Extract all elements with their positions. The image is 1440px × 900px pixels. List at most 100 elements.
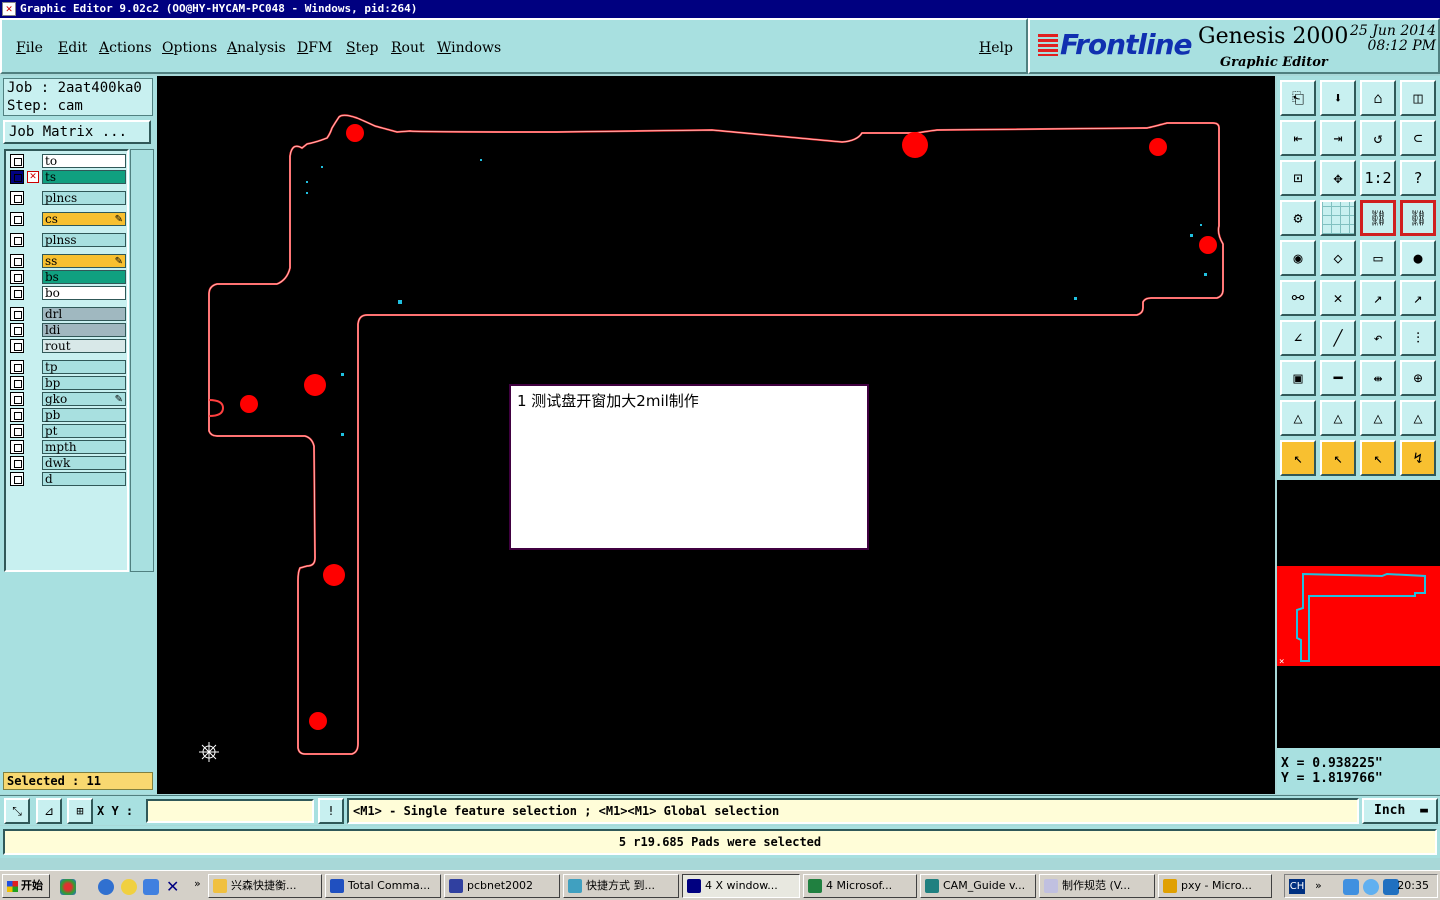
menu-file[interactable]: File [16,40,43,56]
layer-checkbox[interactable] [10,424,24,438]
layer-row-mpth[interactable]: mpth [8,440,126,454]
layer-checkbox[interactable] [10,456,24,470]
select-pad-icon[interactable]: ◉ [1280,240,1316,276]
layer-checkbox[interactable] [10,154,24,168]
layer-checkbox[interactable] [10,440,24,454]
taskbar-task[interactable]: pxy - Micro... [1158,874,1272,898]
undo-icon[interactable]: ⊂ [1400,120,1436,156]
pad[interactable] [346,124,364,142]
layer-row-rout[interactable]: rout [8,339,126,353]
layer-name[interactable]: bp [42,376,126,390]
browser-icon[interactable] [143,879,159,895]
layer-name[interactable]: plncs [42,191,126,205]
menu-step[interactable]: Step [346,40,378,56]
arc-icon[interactable]: ↶ [1360,320,1396,356]
x-server-icon[interactable]: ✕ [166,879,182,895]
pad[interactable] [309,712,327,730]
layer-name[interactable]: to [42,154,126,168]
pad[interactable] [240,395,258,413]
taskbar-task[interactable]: CAM_Guide v... [920,874,1036,898]
group-icon[interactable]: ⊕ [1400,360,1436,396]
menu-options[interactable]: Options [162,40,217,56]
pointer-icon[interactable]: ↖ [1280,440,1316,476]
network-icon[interactable] [1343,879,1359,895]
polygon-icon[interactable]: ◇ [1320,240,1356,276]
triangle-icon[interactable]: △ [1280,400,1316,436]
layer-row-plnss[interactable]: plnss [8,233,126,247]
layer-name[interactable]: cs ✎ [42,212,126,226]
layer-name[interactable]: bo [42,286,126,300]
layer-name[interactable]: ts [42,170,126,184]
layer-name[interactable]: ldi [42,323,126,337]
layer-checkbox[interactable] [10,233,24,247]
net-icon[interactable]: ⚯ [1280,280,1316,316]
layer-name[interactable]: pt [42,424,126,438]
layer-row-gko[interactable]: gko ✎ [8,392,126,406]
redraw-icon[interactable]: ↺ [1360,120,1396,156]
layer-row-pb[interactable]: pb [8,408,126,422]
ruler-icon[interactable]: ▭ [1360,240,1396,276]
layer-row-bo[interactable]: bo [8,286,126,300]
layer-name[interactable]: drl [42,307,126,321]
pointer-box-icon[interactable]: ↖ [1320,440,1356,476]
security-icon[interactable] [1363,879,1379,895]
pan-left-icon[interactable]: ⇤ [1280,120,1316,156]
home-icon[interactable]: ⌂ [1360,80,1396,116]
pad[interactable] [304,374,326,396]
layer-row-plncs[interactable]: plncs [8,191,126,205]
ratio-icon[interactable]: 1:2 [1360,160,1396,196]
ie-icon[interactable] [98,879,114,895]
taskbar-task[interactable]: 制作规范 (V... [1039,874,1155,898]
layer-name[interactable]: plnss [42,233,126,247]
clock-app-icon[interactable] [121,879,137,895]
resize-icon[interactable]: ⇹ [1360,360,1396,396]
layer-row-ldi[interactable]: ldi [8,323,126,337]
delete-icon[interactable]: ✕ [1320,280,1356,316]
pad-icon[interactable]: ● [1400,240,1436,276]
layer-row-ss[interactable]: ss ✎ [8,254,126,268]
snap-grid-icon[interactable]: ⊞ [67,798,93,824]
center-icon[interactable]: ✥ [1320,160,1356,196]
cut-icon[interactable]: ━ [1320,360,1356,396]
layer-checkbox[interactable] [10,170,24,184]
move-icon[interactable]: ↗ [1360,280,1396,316]
layer-checkbox[interactable] [10,307,24,321]
layer-checkbox[interactable] [10,191,24,205]
menu-rout[interactable]: Rout [391,40,425,56]
layer-row-to[interactable]: to [8,154,126,168]
xy-input[interactable] [146,799,314,823]
layer-row-drl[interactable]: drl [8,307,126,321]
pointer-path-icon[interactable]: ↯ [1400,440,1436,476]
layer-scrollbar[interactable] [130,149,154,572]
grid-icon[interactable] [1320,200,1356,236]
layer-checkbox[interactable] [10,360,24,374]
job-matrix-button[interactable]: Job Matrix ... [3,120,151,144]
graphic-canvas[interactable]: 1 测试盘开窗加大2mil制作 [157,76,1275,794]
triangle-mark-icon[interactable]: △ [1400,400,1436,436]
layer-row-cs[interactable]: cs ✎ [8,212,126,226]
layer-name[interactable]: dwk [42,456,126,470]
unit-selector[interactable]: Inch ▬ [1362,798,1438,824]
layer-row-d[interactable]: d [8,472,126,486]
menu-windows[interactable]: Windows [437,40,501,56]
help-icon[interactable]: ? [1400,160,1436,196]
add-pad-icon[interactable]: ▣ [1280,360,1316,396]
taskbar-task[interactable]: pcbnet2002 [444,874,560,898]
zoom-window-icon[interactable]: ⬇ [1320,80,1356,116]
layer-row-dwk[interactable]: dwk [8,456,126,470]
board-preview[interactable]: × [1277,566,1440,666]
layer-name[interactable]: pb [42,408,126,422]
layer-name[interactable]: mpth [42,440,126,454]
start-button[interactable]: 开始 [2,874,50,898]
slash-icon[interactable]: ╱ [1320,320,1356,356]
layer-checkbox[interactable] [10,323,24,337]
taskbar-task[interactable]: Total Comma... [325,874,441,898]
measure-icon[interactable]: ⊿ [36,798,62,824]
tray-chevron[interactable]: » [1315,875,1322,897]
taskbar-task[interactable]: 4 X window... [682,874,800,898]
quicklaunch-app-icon[interactable] [60,879,76,895]
copy-icon[interactable]: ↗ [1400,280,1436,316]
menu-actions[interactable]: Actions [99,40,152,56]
layer-checkbox[interactable] [10,472,24,486]
layer-checkbox[interactable] [10,339,24,353]
